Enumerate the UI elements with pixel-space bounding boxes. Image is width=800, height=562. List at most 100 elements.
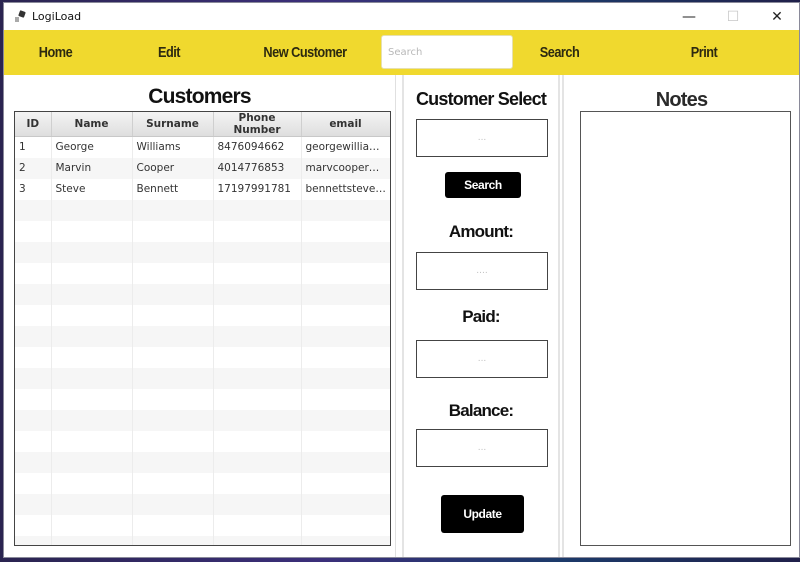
table-cell-email: marvcooper@g... — [301, 157, 390, 179]
table-cell-email — [301, 304, 390, 326]
table-cell-name — [51, 283, 133, 305]
table-cell-email — [301, 451, 390, 473]
table-cell-surname — [132, 346, 214, 368]
paid-input[interactable] — [416, 340, 548, 378]
table-cell-name — [51, 262, 133, 284]
table-cell-email — [301, 493, 390, 515]
table-cell-phone — [213, 451, 302, 473]
table-cell-id — [15, 514, 52, 536]
notes-textarea[interactable] — [580, 111, 791, 546]
nav-new-customer-button[interactable]: New Customer — [250, 30, 361, 75]
table-cell-surname — [132, 388, 214, 410]
nav-home-button[interactable]: Home — [24, 30, 88, 75]
table-cell-id: 1 — [15, 136, 52, 158]
table-cell-id — [15, 493, 52, 515]
search-input[interactable] — [381, 35, 513, 69]
empty-table-row[interactable] — [15, 472, 390, 494]
column-header-phone[interactable]: Phone Number — [213, 112, 302, 137]
table-cell-phone — [213, 346, 302, 368]
empty-table-row[interactable] — [15, 304, 390, 326]
table-cell-surname — [132, 283, 214, 305]
table-cell-surname — [132, 199, 214, 221]
minimize-button[interactable]: — — [667, 3, 711, 30]
customer-search-button[interactable]: Search — [445, 172, 521, 198]
table-cell-surname: Bennett — [132, 178, 214, 200]
table-cell-id — [15, 283, 52, 305]
table-cell-name — [51, 199, 133, 221]
empty-table-row[interactable] — [15, 430, 390, 452]
table-cell-id — [15, 262, 52, 284]
table-cell-name — [51, 367, 133, 389]
nav-search-button[interactable]: Search — [528, 30, 592, 75]
table-cell-id — [15, 346, 52, 368]
app-logo-icon — [14, 11, 26, 23]
table-cell-name — [51, 325, 133, 347]
table-cell-phone: 8476094662 — [213, 136, 302, 158]
table-cell-phone — [213, 493, 302, 515]
table-row[interactable]: 2 Marvin Cooper 4014776853 marvcooper@g... — [15, 157, 390, 179]
table-cell-surname — [132, 451, 214, 473]
empty-table-row[interactable] — [15, 388, 390, 410]
column-header-surname[interactable]: Surname — [132, 112, 214, 137]
table-cell-email — [301, 241, 390, 263]
empty-table-row[interactable] — [15, 220, 390, 242]
table-cell-surname — [132, 367, 214, 389]
table-cell-id — [15, 199, 52, 221]
table-cell-email: georgewilliams... — [301, 136, 390, 158]
empty-table-row[interactable] — [15, 514, 390, 536]
table-row[interactable]: 3 Steve Bennett 17197991781 bennettsteve@... — [15, 178, 390, 200]
amount-input[interactable] — [416, 252, 548, 290]
table-cell-phone — [213, 262, 302, 284]
nav-print-button[interactable]: Print — [674, 30, 734, 75]
empty-table-row[interactable] — [15, 451, 390, 473]
table-cell-phone — [213, 535, 302, 545]
empty-table-row[interactable] — [15, 535, 390, 545]
empty-table-row[interactable] — [15, 283, 390, 305]
maximize-button[interactable]: ☐ — [711, 3, 755, 30]
empty-table-row[interactable] — [15, 325, 390, 347]
table-cell-email — [301, 430, 390, 452]
table-cell-name — [51, 241, 133, 263]
customers-table[interactable]: ID Name Surname Phone Number email 1 Geor… — [14, 111, 391, 546]
table-cell-id — [15, 451, 52, 473]
nav-bar: Home Edit New Customer Search Print — [4, 30, 799, 75]
empty-table-row[interactable] — [15, 262, 390, 284]
customers-panel: Customers ID Name Surname Phone Number e… — [4, 75, 396, 557]
empty-table-row[interactable] — [15, 199, 390, 221]
table-cell-name — [51, 493, 133, 515]
empty-table-row[interactable] — [15, 493, 390, 515]
table-cell-surname — [132, 325, 214, 347]
column-header-name[interactable]: Name — [51, 112, 133, 137]
update-button[interactable]: Update — [441, 495, 524, 533]
column-header-email[interactable]: email — [301, 112, 390, 137]
table-row[interactable]: 1 George Williams 8476094662 georgewilliams.… — [15, 136, 390, 158]
table-cell-email — [301, 409, 390, 431]
table-cell-email — [301, 220, 390, 242]
app-window: LogiLoad — ☐ ✕ Home Edit New Customer Se… — [3, 2, 800, 558]
window-title: LogiLoad — [32, 10, 82, 23]
table-cell-id — [15, 472, 52, 494]
table-cell-name — [51, 388, 133, 410]
empty-table-row[interactable] — [15, 367, 390, 389]
table-cell-name — [51, 346, 133, 368]
table-cell-phone — [213, 367, 302, 389]
close-button[interactable]: ✕ — [755, 3, 799, 30]
amount-label: Amount: — [448, 222, 514, 241]
balance-input[interactable] — [416, 429, 548, 467]
table-cell-name — [51, 430, 133, 452]
table-cell-id: 3 — [15, 178, 52, 200]
table-cell-surname — [132, 430, 214, 452]
customer-select-input[interactable] — [416, 119, 548, 157]
column-header-id[interactable]: ID — [15, 112, 52, 137]
empty-table-row[interactable] — [15, 346, 390, 368]
table-cell-surname — [132, 220, 214, 242]
table-cell-email: bennettsteve@... — [301, 178, 390, 200]
table-cell-surname: Williams — [132, 136, 214, 158]
table-cell-name — [51, 409, 133, 431]
table-cell-name — [51, 304, 133, 326]
balance-label: Balance: — [448, 401, 514, 420]
customers-heading: Customers — [148, 85, 251, 108]
empty-table-row[interactable] — [15, 241, 390, 263]
nav-edit-button[interactable]: Edit — [139, 30, 199, 75]
empty-table-row[interactable] — [15, 409, 390, 431]
